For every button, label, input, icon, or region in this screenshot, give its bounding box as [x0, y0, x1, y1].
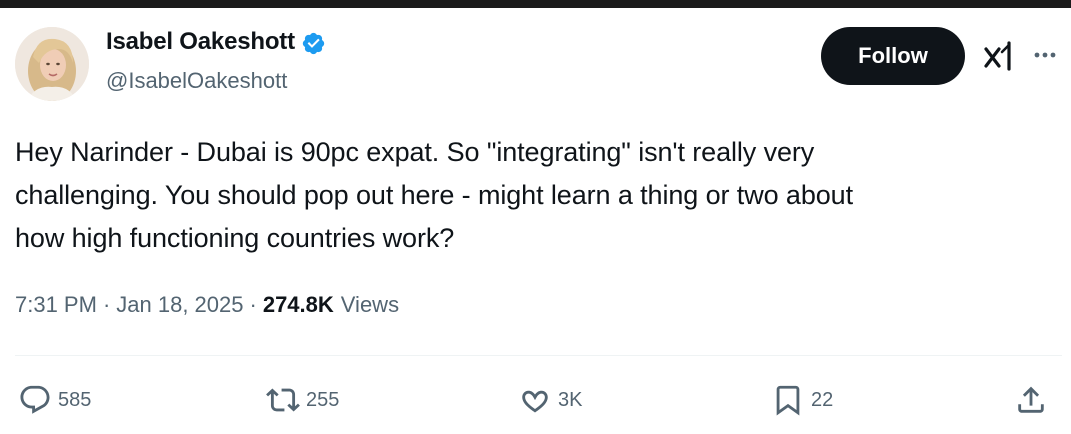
tweet-text: Hey Narinder - Dubai is 90pc expat. So "…	[15, 131, 1055, 260]
grok-icon[interactable]	[982, 39, 1016, 73]
repost-icon	[266, 388, 300, 412]
tweet-text-line: challenging. You should pop out here - m…	[15, 180, 853, 210]
share-icon	[1018, 386, 1044, 413]
tweet-text-line: Hey Narinder - Dubai is 90pc expat. So "…	[15, 137, 815, 167]
author-handle[interactable]: @IsabelOakeshott	[106, 68, 287, 94]
like-icon	[522, 390, 548, 413]
avatar-image	[15, 27, 89, 101]
follow-button[interactable]: Follow	[821, 27, 965, 85]
tweet-meta: 7:31 PM · Jan 18, 2025 · 274.8K Views	[15, 292, 399, 318]
bookmark-icon	[776, 385, 800, 416]
views-count: 274.8K	[262, 292, 334, 317]
like-count: 3K	[558, 388, 583, 411]
reply-button[interactable]: 585	[18, 383, 91, 417]
author-display-name[interactable]: Isabel Oakeshott	[106, 28, 295, 56]
author-name-row: Isabel Oakeshott	[106, 28, 326, 56]
repost-count: 255	[306, 388, 340, 411]
repost-button[interactable]: 255	[266, 383, 339, 417]
bookmark-button[interactable]: 22	[771, 383, 833, 417]
tweet-date[interactable]: Jan 18, 2025	[116, 292, 243, 318]
divider	[15, 355, 1062, 356]
meta-separator: ·	[249, 292, 257, 317]
more-icon[interactable]	[1030, 40, 1060, 70]
top-bar	[0, 0, 1071, 8]
tweet-time[interactable]: 7:31 PM	[15, 292, 97, 318]
avatar[interactable]	[15, 27, 89, 101]
views-label: Views	[340, 292, 400, 317]
verified-badge-icon	[302, 32, 325, 54]
meta-separator: ·	[102, 292, 111, 317]
tweet-text-line: how high functioning countries work?	[15, 223, 455, 253]
like-button[interactable]: 3K	[518, 383, 582, 417]
bookmark-count: 22	[811, 388, 834, 411]
reply-icon	[20, 385, 50, 414]
share-button[interactable]	[1014, 383, 1048, 417]
reply-count: 585	[58, 388, 92, 411]
